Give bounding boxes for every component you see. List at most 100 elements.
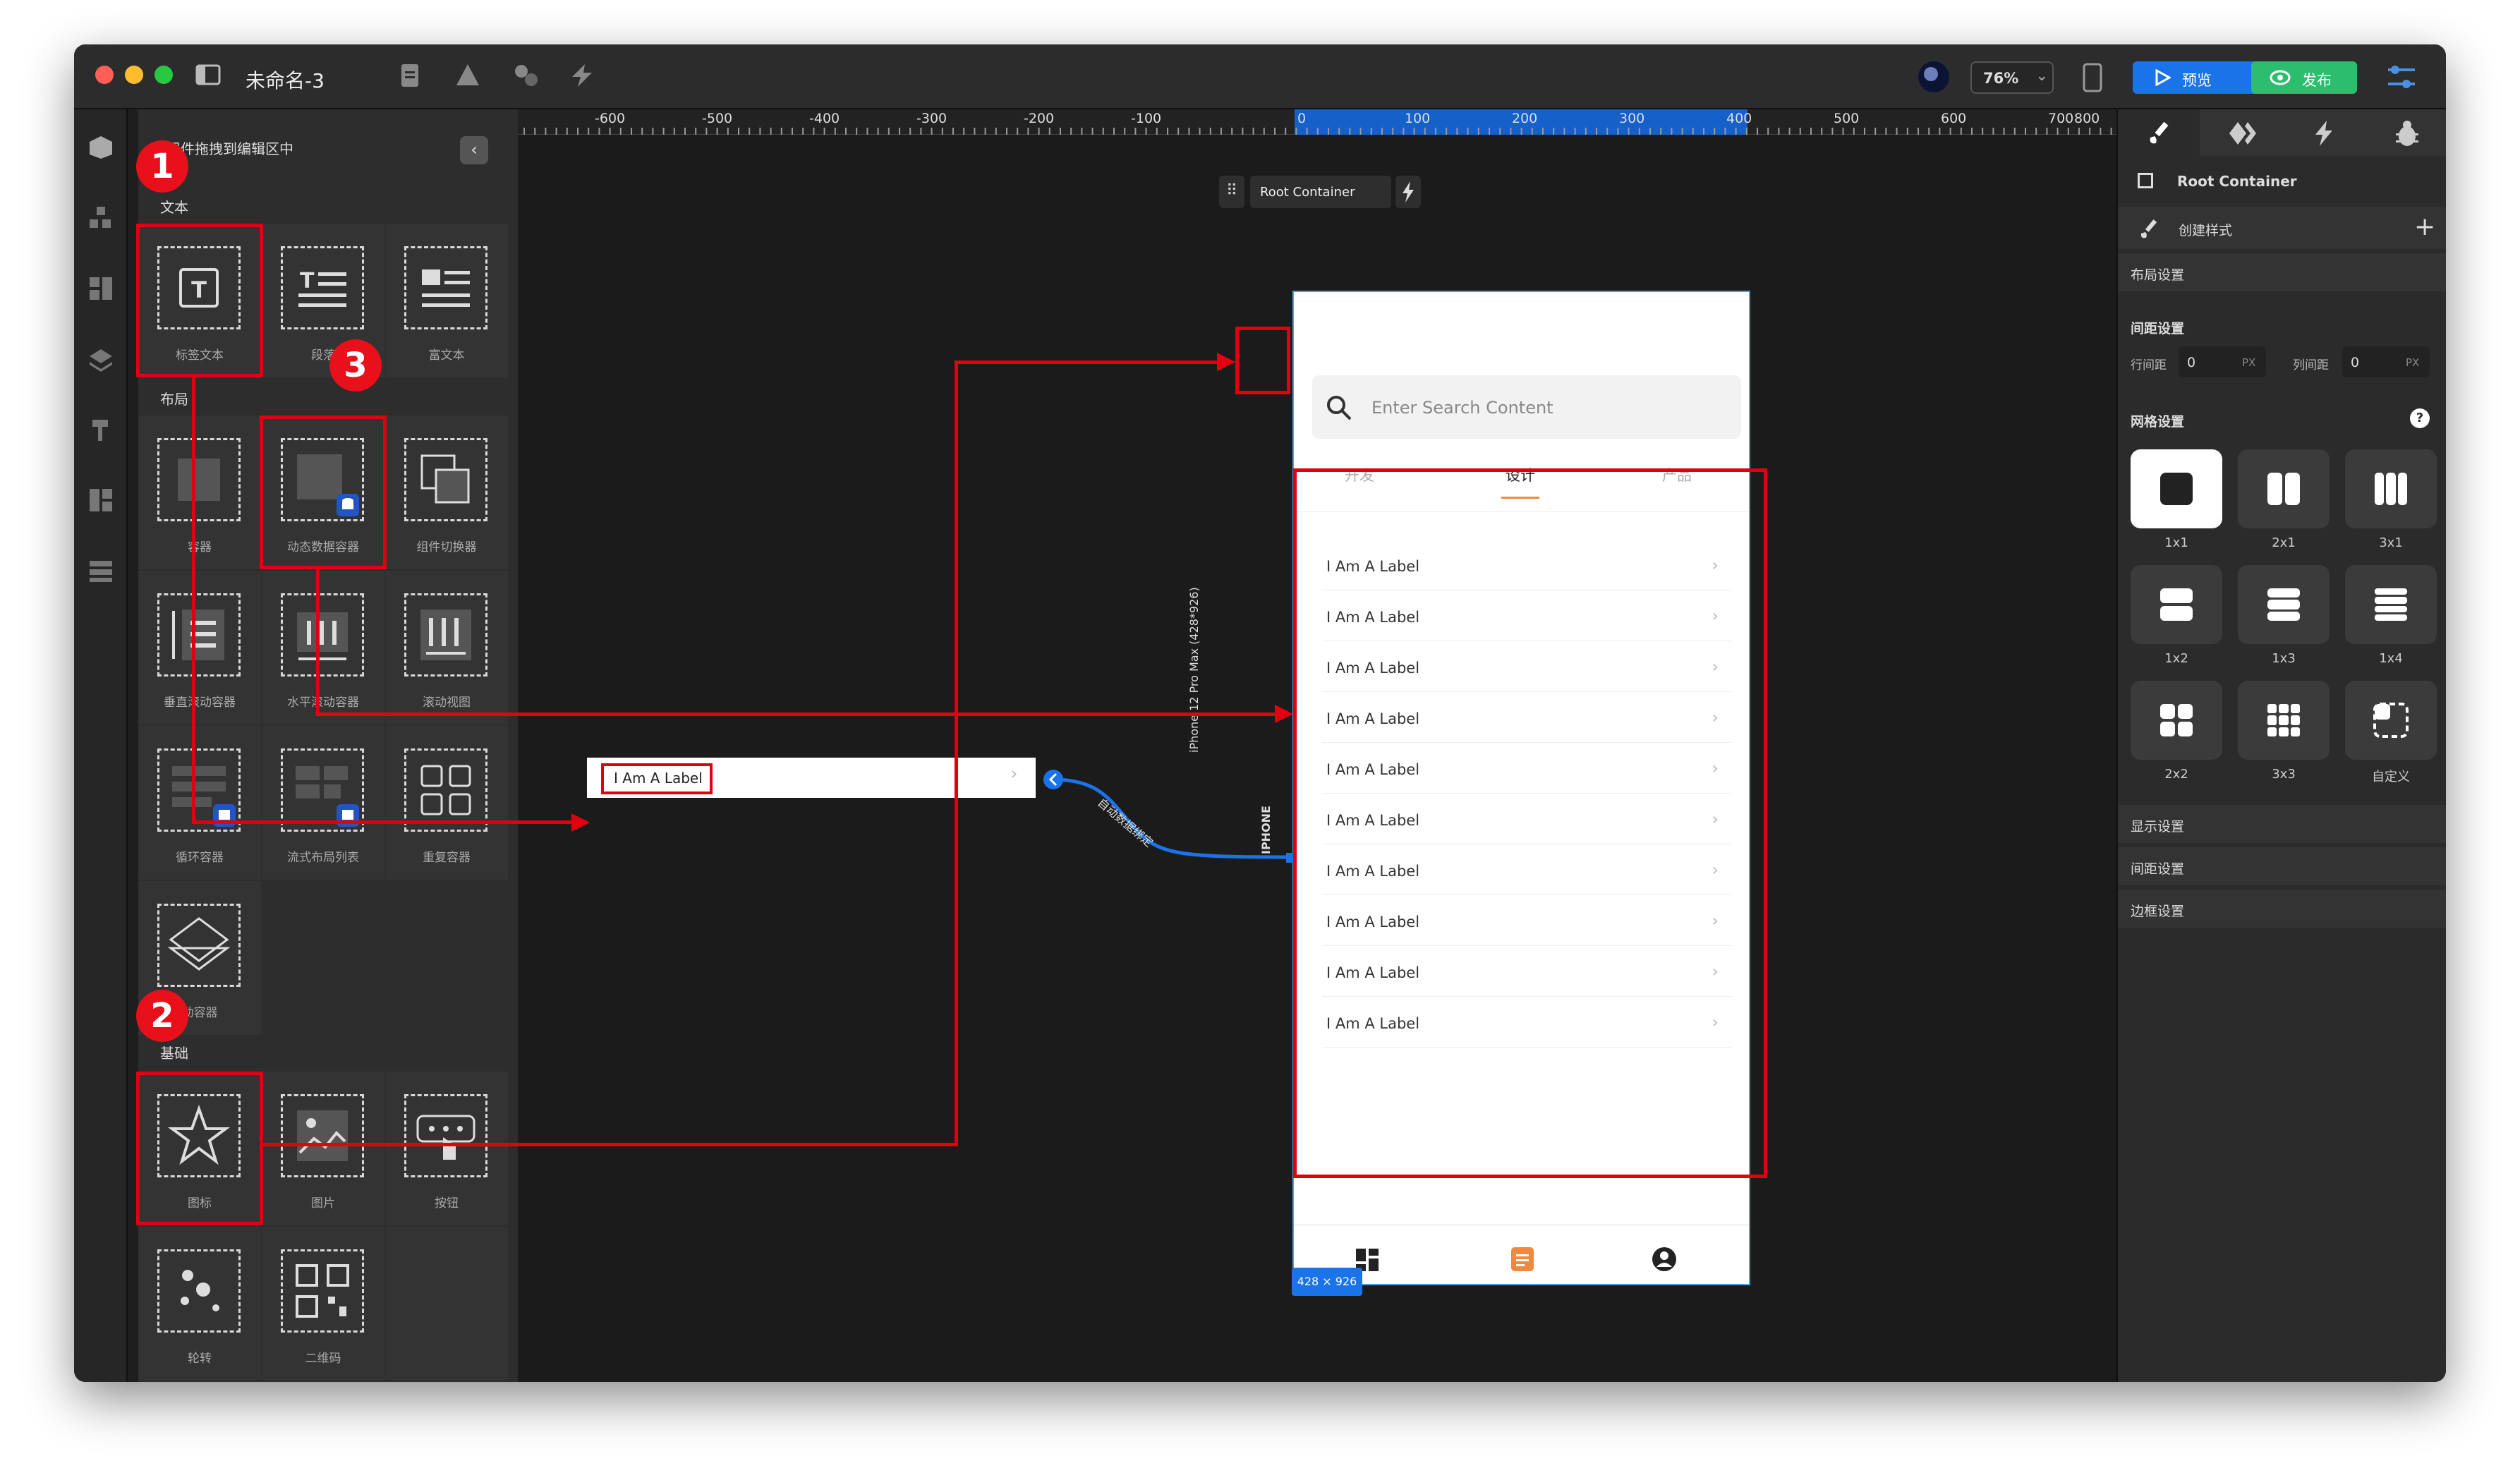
grid-option-1x3[interactable] <box>2238 565 2330 644</box>
brush-icon[interactable] <box>2146 121 2171 146</box>
row-gap-input[interactable]: 0 PX <box>2179 346 2266 377</box>
search-bar[interactable]: Enter Search Content <box>1312 375 1741 439</box>
add-icon[interactable]: + <box>2414 212 2435 241</box>
section-label-text: 文本 <box>160 199 188 216</box>
spacing-settings-row[interactable]: 间距设置 <box>2118 847 2446 885</box>
component-scroll-view[interactable]: 滚动视图 <box>385 571 508 724</box>
section-label-layout: 布局 <box>160 391 188 408</box>
layout-icon[interactable] <box>88 276 114 301</box>
chevron-down-icon: ⌄ <box>2035 67 2049 85</box>
collapse-panel-button[interactable]: ‹ <box>460 136 488 164</box>
root-container-tag[interactable]: Root Container <box>1250 176 1391 208</box>
grid-option-1x4[interactable] <box>2345 565 2437 644</box>
bug-icon[interactable] <box>2393 119 2421 147</box>
publish-button[interactable]: 发布 <box>2251 61 2357 94</box>
components-icon[interactable] <box>513 63 538 88</box>
component-vertical-scroll[interactable]: 垂直滚动容器 <box>138 571 261 724</box>
avatar[interactable] <box>1917 60 1951 94</box>
brush-icon <box>2140 219 2157 238</box>
grid-option-2x2[interactable] <box>2131 681 2222 760</box>
ruler-label: 100 <box>1405 111 1431 126</box>
properties-tabs <box>2118 109 2446 156</box>
ruler-label: -300 <box>916 111 947 126</box>
ruler-label: -200 <box>1024 111 1055 126</box>
grid-option-3x3[interactable] <box>2238 681 2330 760</box>
component-horizontal-scroll[interactable]: 水平滚动容器 <box>262 571 384 724</box>
document-icon[interactable] <box>1510 1246 1535 1273</box>
component-loop-container[interactable]: 循环容器 <box>138 726 261 880</box>
preview-button[interactable]: 预览 <box>2133 61 2258 94</box>
lightning-icon[interactable] <box>2311 119 2337 147</box>
grid-option-label: 自定义 <box>2372 770 2410 784</box>
shapes-icon[interactable] <box>455 63 480 87</box>
grid-option-1x1[interactable] <box>2131 449 2222 528</box>
layout-settings-row[interactable]: 布局设置 <box>2118 253 2446 291</box>
list-icon[interactable] <box>88 558 114 583</box>
highlight-dynamic-container <box>260 416 387 569</box>
highlight-label-text <box>136 224 263 377</box>
step-badge-3: 3 <box>329 339 382 392</box>
ruler-label: -500 <box>702 111 733 126</box>
size-tag: 428 × 926 <box>1292 1268 1362 1296</box>
border-settings-row[interactable]: 边框设置 <box>2118 890 2446 928</box>
col-gap-input[interactable]: 0 PX <box>2342 346 2430 377</box>
root-checkbox[interactable] <box>2138 173 2153 188</box>
zoom-value: 76% <box>1983 70 2019 87</box>
user-icon[interactable] <box>1651 1246 1678 1273</box>
search-icon[interactable] <box>1325 394 1353 422</box>
display-settings-row[interactable]: 显示设置 <box>2118 805 2446 843</box>
col-gap-label: 列间距 <box>2293 358 2329 372</box>
document-title: 未命名-3 <box>246 69 325 92</box>
close-window-button[interactable] <box>95 66 114 84</box>
pages-icon[interactable] <box>88 487 114 513</box>
ruler-label: 400 <box>1726 111 1752 126</box>
component-container[interactable]: 容器 <box>138 416 261 569</box>
component-switcher[interactable]: 组件切换器 <box>385 416 508 569</box>
component-rich-text[interactable]: 富文本 <box>385 224 508 377</box>
zoom-window-button[interactable] <box>155 66 173 84</box>
grid-option-3x1[interactable] <box>2345 449 2437 528</box>
component-image[interactable]: 图片 <box>262 1072 384 1225</box>
ruler-label: -600 <box>595 111 626 126</box>
ruler-label: 200 <box>1512 111 1538 126</box>
lightning-icon[interactable] <box>568 63 596 88</box>
page-icon[interactable] <box>399 63 421 88</box>
grid-settings-title: 网格设置 <box>2131 414 2185 430</box>
left-icon-sidebar <box>74 109 128 1382</box>
svg-text:T: T <box>300 269 315 293</box>
minimize-window-button[interactable] <box>125 66 143 84</box>
grid-option-1x2[interactable] <box>2131 565 2222 644</box>
lightning-icon[interactable] <box>1395 176 1421 208</box>
cube-icon[interactable] <box>88 135 114 160</box>
hammer-icon[interactable] <box>88 417 114 442</box>
grid-option-2x1[interactable] <box>2238 449 2330 528</box>
row-gap-label: 行间距 <box>2131 358 2167 372</box>
connector-line <box>316 569 320 716</box>
sidebar-toggle-icon[interactable] <box>195 64 221 85</box>
spacing-settings-title: 间距设置 <box>2131 321 2185 336</box>
layers-icon[interactable] <box>88 346 114 372</box>
component-flow-list[interactable]: 流式布局列表 <box>262 726 384 880</box>
highlight-search-icon <box>1235 327 1290 394</box>
component-carousel[interactable]: 轮转 <box>138 1227 261 1381</box>
grid-option-label: 2x1 <box>2272 535 2296 550</box>
ruler-label: -400 <box>809 111 840 126</box>
arrow-head-icon <box>1217 353 1235 371</box>
search-placeholder: Enter Search Content <box>1371 398 1553 418</box>
drag-handle-icon[interactable]: ⠿ <box>1219 176 1244 208</box>
help-icon[interactable]: ? <box>2410 408 2430 428</box>
connector-line <box>955 360 958 1146</box>
create-style-row[interactable]: 创建样式 + <box>2118 207 2446 249</box>
connector-line <box>192 377 195 824</box>
component-repeat-container[interactable]: 重复容器 <box>385 726 508 880</box>
diamond-icon[interactable] <box>2228 121 2256 146</box>
component-button[interactable]: 按钮 <box>385 1072 508 1225</box>
zoom-select[interactable]: 76% ⌄ <box>1970 61 2054 94</box>
grid-option-custom[interactable] <box>2345 681 2437 760</box>
component-qrcode[interactable]: 二维码 <box>262 1227 384 1381</box>
device-icon[interactable] <box>2082 63 2103 92</box>
settings-sliders-icon[interactable] <box>2385 61 2418 92</box>
root-container-title: Root Container <box>2177 173 2297 190</box>
arrow-head-icon <box>571 813 590 832</box>
blocks-icon[interactable] <box>88 205 114 231</box>
